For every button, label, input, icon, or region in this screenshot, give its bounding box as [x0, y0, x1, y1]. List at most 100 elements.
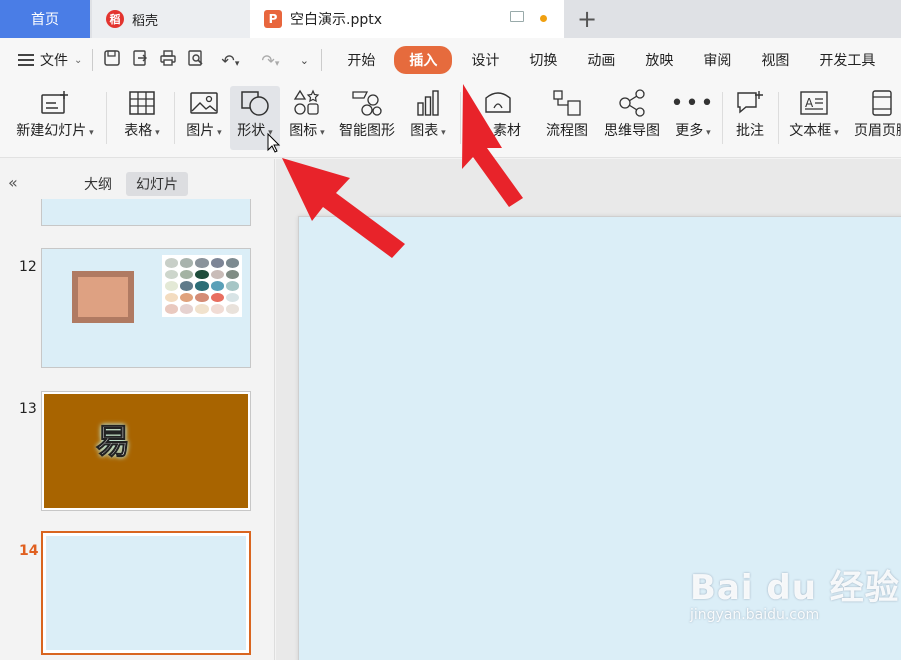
color-swatch: [225, 304, 239, 314]
color-swatch: [210, 292, 224, 303]
monitor-icon[interactable]: [510, 11, 524, 22]
slide-thumbnail-11[interactable]: [41, 199, 251, 226]
daoke-logo-icon: 稻: [106, 10, 124, 28]
quick-access-toolbar: ↶▾ ↷▾ ⌄: [103, 49, 313, 71]
tab-developer[interactable]: 开发工具: [804, 46, 890, 74]
tab-slideshow[interactable]: 放映: [630, 46, 688, 74]
tab-view[interactable]: 视图: [746, 46, 804, 74]
new-slide-icon: [40, 86, 70, 120]
color-swatch: [225, 269, 239, 280]
comment-button[interactable]: 批注: [728, 86, 772, 150]
material-button[interactable]: 素材: [466, 86, 530, 150]
picture-icon: [189, 86, 219, 120]
flowchart-label: 流程图: [546, 123, 588, 139]
print-icon[interactable]: [159, 49, 177, 71]
textbox-button[interactable]: A 文本框: [784, 86, 844, 150]
smart-graphic-label: 智能图形: [339, 123, 395, 139]
shape-icon: [239, 86, 271, 120]
chevron-down-icon: ⌄: [74, 54, 83, 66]
comment-icon: [735, 86, 765, 120]
color-swatch: [195, 292, 209, 303]
color-swatch: [180, 281, 194, 291]
tab-home-label: 首页: [31, 12, 59, 28]
chart-button[interactable]: 图表: [404, 86, 452, 150]
mindmap-button[interactable]: 思维导图: [600, 86, 664, 150]
collapse-panel-icon[interactable]: «: [8, 173, 18, 192]
material-label: 素材: [493, 123, 521, 139]
file-menu[interactable]: 文件 ⌄: [18, 50, 82, 70]
flowchart-button[interactable]: 流程图: [540, 86, 594, 150]
slide-number: 12: [19, 259, 37, 275]
color-palette-image: [162, 255, 242, 317]
picture-label: 图片: [186, 120, 221, 140]
print-preview-icon[interactable]: [187, 49, 205, 71]
color-swatch: [225, 281, 239, 291]
icon-label: 图标: [289, 120, 324, 140]
mindmap-icon: [617, 86, 647, 120]
slide-13-background: 易: [44, 394, 248, 508]
wps-window: 首页 稻 稻壳 P 空白演示.pptx + 文件 ⌄ ↶▾ ↷▾ ⌄ 开始 插入…: [0, 0, 901, 660]
slide-13-text: 易: [96, 422, 131, 463]
color-swatch: [195, 269, 209, 280]
icon-button[interactable]: 图标: [284, 86, 330, 150]
save-icon[interactable]: [103, 49, 121, 71]
slides-tab[interactable]: 幻灯片: [126, 172, 188, 196]
comment-label: 批注: [736, 123, 764, 139]
insert-ribbon: 新建幻灯片 表格 图片 形状 图标: [0, 82, 901, 158]
tab-document-label: 空白演示.pptx: [290, 12, 382, 28]
color-swatch: [210, 304, 224, 314]
undo-icon[interactable]: ↶▾: [215, 51, 245, 70]
redo-icon[interactable]: ↷▾: [255, 51, 285, 70]
color-swatch: [165, 304, 179, 314]
tab-insert[interactable]: 插入: [394, 46, 453, 74]
tab-review[interactable]: 审阅: [688, 46, 746, 74]
chart-label: 图表: [410, 120, 445, 140]
tab-home[interactable]: 首页: [0, 0, 90, 38]
tab-design[interactable]: 设计: [456, 46, 514, 74]
picture-button[interactable]: 图片: [180, 86, 228, 150]
table-button[interactable]: 表格: [118, 86, 166, 150]
color-swatch: [165, 281, 179, 291]
hamburger-icon: [18, 54, 34, 66]
table-icon: [128, 86, 156, 120]
smart-graphic-button[interactable]: 智能图形: [336, 86, 398, 150]
ppt-logo-icon: P: [264, 10, 282, 28]
color-swatch: [180, 292, 194, 303]
export-icon[interactable]: [131, 49, 149, 71]
tab-document[interactable]: P 空白演示.pptx: [250, 0, 564, 38]
tab-animation[interactable]: 动画: [572, 46, 630, 74]
tab-daoke[interactable]: 稻 稻壳: [92, 0, 250, 38]
color-swatch: [165, 258, 179, 268]
slide-thumbnail-12[interactable]: [41, 248, 251, 368]
slide-thumbnail-13[interactable]: 易: [41, 391, 251, 511]
slide-number: 14: [19, 543, 39, 559]
tab-transition[interactable]: 切换: [514, 46, 572, 74]
color-swatch: [225, 292, 239, 303]
divider: [778, 92, 779, 144]
header-footer-button[interactable]: 页眉页脚: [852, 86, 901, 150]
color-swatch: [165, 292, 179, 303]
divider: [321, 49, 323, 71]
color-swatch: [180, 304, 194, 314]
slide-14-background: [46, 536, 246, 650]
shape-button[interactable]: 形状: [230, 86, 280, 150]
divider: [722, 92, 723, 144]
bevel-rectangle-shape: [72, 271, 134, 323]
new-slide-button[interactable]: 新建幻灯片: [12, 86, 98, 150]
color-swatch: [195, 281, 209, 291]
unsaved-dot-icon: [540, 15, 547, 22]
slide-number: 13: [19, 401, 37, 417]
customize-qa-icon[interactable]: ⌄: [295, 54, 313, 67]
slide-thumbnail-14[interactable]: [41, 531, 251, 655]
color-swatch: [180, 269, 194, 280]
header-footer-label: 页眉页脚: [854, 123, 901, 139]
more-label: 更多: [675, 120, 710, 140]
tab-start[interactable]: 开始: [332, 46, 390, 74]
tab-bar: 首页 稻 稻壳 P 空白演示.pptx +: [0, 0, 901, 38]
more-button[interactable]: ••• 更多: [670, 86, 716, 150]
outline-tab[interactable]: 大纲: [74, 172, 122, 196]
watermark-main: Bai du 经验: [690, 568, 900, 608]
divider: [174, 92, 175, 144]
watermark-sub: jingyan.baidu.com: [690, 607, 820, 623]
add-tab-button[interactable]: +: [574, 0, 600, 38]
